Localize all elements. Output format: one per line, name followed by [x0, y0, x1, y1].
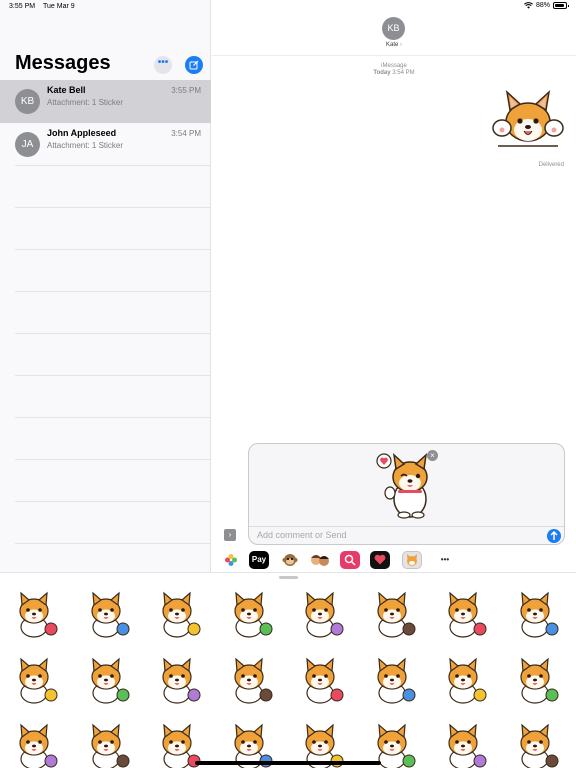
- conversation-name: John Appleseed: [47, 128, 117, 138]
- divider: [15, 249, 211, 250]
- comment-input[interactable]: Add comment or Send: [257, 530, 347, 540]
- shiba-lying-sticker[interactable]: [223, 653, 275, 705]
- avatar: KB: [15, 89, 40, 114]
- timestamp-day: Today: [373, 70, 391, 76]
- compose-button[interactable]: [185, 56, 203, 74]
- shiba-bow-tie-sticker[interactable]: [80, 719, 132, 768]
- divider: [15, 501, 211, 502]
- conversation-preview: Attachment: 1 Sticker: [47, 141, 124, 150]
- send-button[interactable]: [547, 529, 561, 543]
- compose-icon: [189, 60, 199, 70]
- contact-name: Kate: [385, 42, 399, 48]
- timestamp-time: 3:54 PM: [392, 70, 415, 76]
- remove-sticker-button[interactable]: ×: [427, 450, 438, 461]
- shiba-face-icon: [407, 554, 417, 566]
- shiba-laptop-sticker[interactable]: [223, 587, 275, 639]
- battery-icon: [553, 2, 569, 9]
- wifi-icon: [524, 2, 533, 9]
- monkey-icon: [282, 554, 298, 566]
- shiba-bottle-sticker[interactable]: [509, 719, 561, 768]
- sticker-drawer: [0, 572, 576, 768]
- shiba-float-ring-sticker[interactable]: [509, 653, 561, 705]
- shiba-pizza-sticker[interactable]: [151, 587, 203, 639]
- drawer-handle[interactable]: [279, 576, 298, 579]
- more-apps-icon[interactable]: •••: [435, 551, 455, 569]
- shiba-love-heart-sticker[interactable]: [8, 587, 60, 639]
- delivered-status: Delivered: [538, 162, 564, 168]
- message-timestamp: Today 3:54 PM: [212, 70, 576, 76]
- shiba-bathtub-sticker[interactable]: [8, 719, 60, 768]
- contact-avatar[interactable]: KB: [382, 17, 405, 40]
- shiba-sticker-app-icon[interactable]: [402, 551, 422, 569]
- conversation-name: Kate Bell: [47, 85, 86, 95]
- divider: [15, 375, 211, 376]
- search-icon: [344, 554, 356, 566]
- status-date: Tue Mar 9: [43, 3, 75, 10]
- shiba-love-heart-sticker[interactable]: [374, 451, 438, 519]
- shiba-ramen-chopsticks-sticker[interactable]: [366, 587, 418, 639]
- memoji-faces-icon: [311, 555, 329, 566]
- divider: [15, 291, 211, 292]
- shiba-noodle-bowl-sticker[interactable]: [437, 587, 489, 639]
- shiba-waving-paws-sticker[interactable]: [80, 587, 132, 639]
- divider: [15, 207, 211, 208]
- shiba-waving-paws-sticker[interactable]: [490, 88, 566, 148]
- shiba-rocket-sticker[interactable]: [80, 653, 132, 705]
- shiba-box-heart-sticker[interactable]: [151, 653, 203, 705]
- conversation-time: 3:55 PM: [171, 86, 201, 95]
- chat-panel: KB Kate › iMessage Today 3:54 PM Deliver…: [212, 0, 576, 572]
- photos-app-icon[interactable]: [221, 551, 241, 569]
- status-right: 88%: [524, 2, 569, 9]
- ellipsis-icon: •••: [157, 57, 169, 68]
- shiba-heart-sitting-sticker[interactable]: [8, 653, 60, 705]
- arrow-up-icon: [550, 531, 558, 540]
- shiba-box-peek-sticker[interactable]: [294, 653, 346, 705]
- status-time: 3:55 PM: [9, 3, 36, 10]
- app-tray: Pay •••: [212, 548, 576, 572]
- shiba-reading-book-sticker[interactable]: [437, 719, 489, 768]
- service-label: iMessage: [381, 63, 407, 69]
- photos-icon: [225, 554, 237, 566]
- shiba-sushi-roll-sticker[interactable]: [294, 587, 346, 639]
- conversation-sidebar: Messages ••• KB Kate Bell Attachment: 1 …: [0, 0, 211, 572]
- divider: [15, 417, 211, 418]
- search-images-icon[interactable]: [340, 551, 360, 569]
- contact-name-row[interactable]: Kate ›: [212, 42, 576, 48]
- shiba-swim-ring-sunglasses-sticker[interactable]: [509, 587, 561, 639]
- compose-box[interactable]: × Add comment or Send: [248, 443, 565, 545]
- more-options-button[interactable]: •••: [154, 56, 172, 74]
- status-bar: 3:55 PM Tue Mar 9 88%: [0, 0, 576, 14]
- battery-percent: 88%: [535, 2, 550, 9]
- conversation-item-john-appleseed[interactable]: JA John Appleseed Attachment: 1 Sticker …: [0, 123, 211, 166]
- home-indicator: [195, 761, 381, 765]
- digital-touch-icon[interactable]: [370, 551, 390, 569]
- memoji-icon[interactable]: [310, 551, 330, 569]
- app-drawer-button[interactable]: ›: [224, 529, 236, 541]
- avatar: JA: [15, 132, 40, 157]
- apple-pay-icon[interactable]: Pay: [249, 551, 269, 569]
- shiba-lying-front-sticker[interactable]: [366, 653, 418, 705]
- chevron-right-icon: ›: [400, 42, 402, 48]
- conversation-item-kate-bell[interactable]: KB Kate Bell Attachment: 1 Sticker 3:55 …: [0, 80, 211, 123]
- monkey-emoji-icon[interactable]: [280, 551, 300, 569]
- divider: [15, 459, 211, 460]
- divider: [15, 165, 211, 166]
- page-title: Messages: [15, 52, 111, 74]
- divider: [15, 333, 211, 334]
- conversation-time: 3:54 PM: [171, 129, 201, 138]
- shiba-balloon-sticker[interactable]: [437, 653, 489, 705]
- divider: [15, 543, 211, 544]
- heart-icon: [374, 554, 386, 565]
- conversation-preview: Attachment: 1 Sticker: [47, 98, 124, 107]
- divider: [249, 526, 564, 527]
